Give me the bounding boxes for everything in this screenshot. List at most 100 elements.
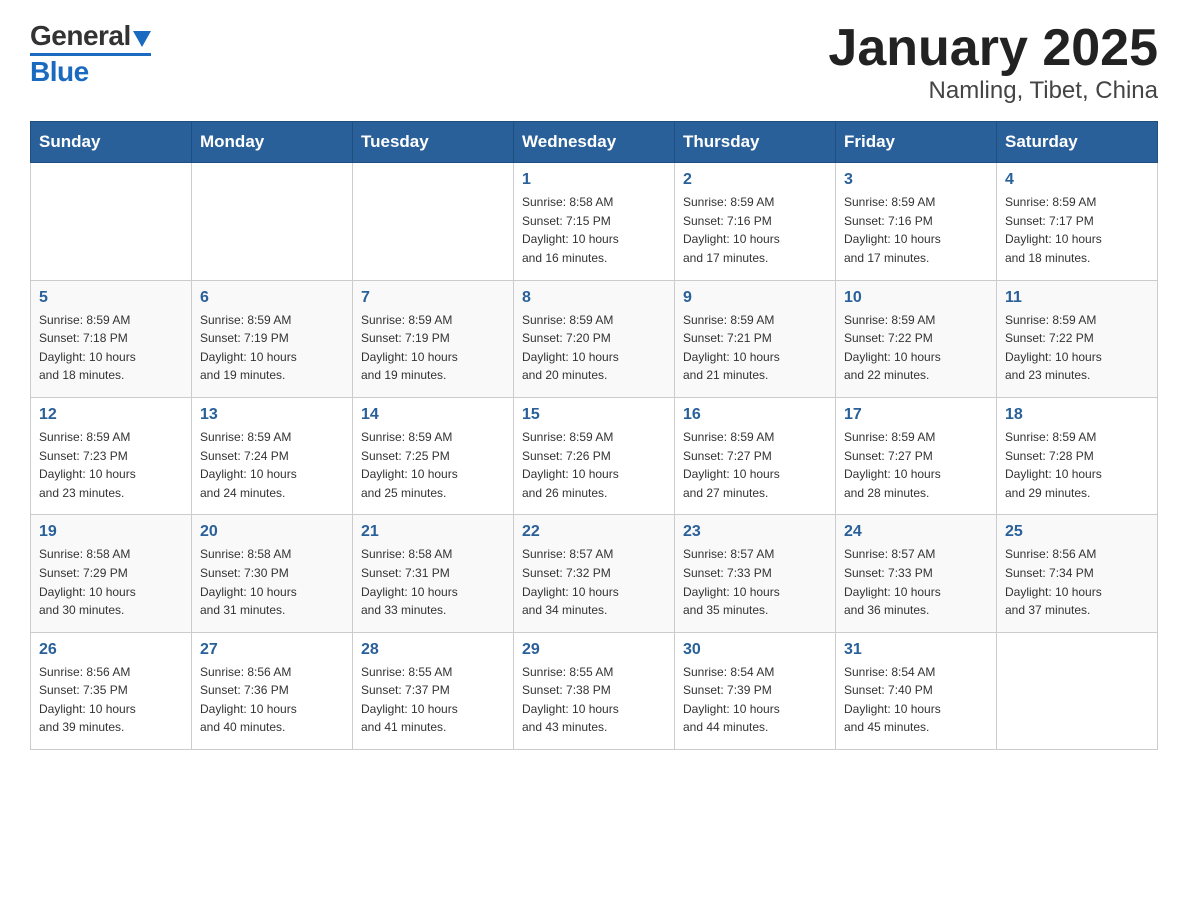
day-number: 29 bbox=[522, 641, 666, 659]
calendar-cell: 10 Sunrise: 8:59 AM Sunset: 7:22 PM Dayli… bbox=[836, 280, 997, 397]
calendar-week-4: 19Sunrise: 8:58 AM Sunset: 7:29 PM Dayli… bbox=[31, 515, 1158, 632]
calendar-cell: 5 Sunrise: 8:59 AM Sunset: 7:18 PM Daylig… bbox=[31, 280, 192, 397]
day-info: Sunrise: 8:59 AM Sunset: 7:18 PM Dayligh… bbox=[39, 311, 183, 385]
day-info: Sunrise: 8:59 AM Sunset: 7:16 PM Dayligh… bbox=[844, 193, 988, 267]
day-info: Sunrise: 8:57 AM Sunset: 7:33 PM Dayligh… bbox=[683, 545, 827, 619]
day-number: 6 bbox=[200, 289, 344, 307]
day-header-tuesday: Tuesday bbox=[353, 122, 514, 163]
calendar-cell bbox=[997, 632, 1158, 749]
calendar-week-2: 5 Sunrise: 8:59 AM Sunset: 7:18 PM Daylig… bbox=[31, 280, 1158, 397]
day-header-sunday: Sunday bbox=[31, 122, 192, 163]
day-number: 21 bbox=[361, 523, 505, 541]
day-number: 7 bbox=[361, 289, 505, 307]
day-number: 10 bbox=[844, 289, 988, 307]
day-info: Sunrise: 8:59 AM Sunset: 7:22 PM Dayligh… bbox=[844, 311, 988, 385]
calendar-cell: 22Sunrise: 8:57 AM Sunset: 7:32 PM Dayli… bbox=[514, 515, 675, 632]
calendar-cell: 26Sunrise: 8:56 AM Sunset: 7:35 PM Dayli… bbox=[31, 632, 192, 749]
day-number: 9 bbox=[683, 289, 827, 307]
day-info: Sunrise: 8:59 AM Sunset: 7:27 PM Dayligh… bbox=[844, 428, 988, 502]
calendar-cell bbox=[31, 163, 192, 280]
calendar-cell: 24 Sunrise: 8:57 AM Sunset: 7:33 PM Dayli… bbox=[836, 515, 997, 632]
day-number: 28 bbox=[361, 641, 505, 659]
calendar-cell: 11Sunrise: 8:59 AM Sunset: 7:22 PM Dayli… bbox=[997, 280, 1158, 397]
calendar-week-1: 1Sunrise: 8:58 AM Sunset: 7:15 PM Daylig… bbox=[31, 163, 1158, 280]
day-number: 31 bbox=[844, 641, 988, 659]
day-info: Sunrise: 8:59 AM Sunset: 7:17 PM Dayligh… bbox=[1005, 193, 1149, 267]
calendar-cell: 31Sunrise: 8:54 AM Sunset: 7:40 PM Dayli… bbox=[836, 632, 997, 749]
calendar-cell: 25 Sunrise: 8:56 AM Sunset: 7:34 PM Dayli… bbox=[997, 515, 1158, 632]
logo: General Blue bbox=[30, 20, 151, 88]
day-info: Sunrise: 8:59 AM Sunset: 7:25 PM Dayligh… bbox=[361, 428, 505, 502]
calendar-cell: 3 Sunrise: 8:59 AM Sunset: 7:16 PM Daylig… bbox=[836, 163, 997, 280]
calendar-cell bbox=[353, 163, 514, 280]
calendar-subtitle: Namling, Tibet, China bbox=[828, 77, 1158, 105]
calendar-cell: 27 Sunrise: 8:56 AM Sunset: 7:36 PM Dayli… bbox=[192, 632, 353, 749]
day-info: Sunrise: 8:58 AM Sunset: 7:29 PM Dayligh… bbox=[39, 545, 183, 619]
calendar-cell: 23 Sunrise: 8:57 AM Sunset: 7:33 PM Dayli… bbox=[675, 515, 836, 632]
day-info: Sunrise: 8:56 AM Sunset: 7:35 PM Dayligh… bbox=[39, 663, 183, 737]
day-info: Sunrise: 8:57 AM Sunset: 7:33 PM Dayligh… bbox=[844, 545, 988, 619]
day-info: Sunrise: 8:59 AM Sunset: 7:19 PM Dayligh… bbox=[361, 311, 505, 385]
calendar-title: January 2025 bbox=[828, 20, 1158, 77]
calendar-cell: 18 Sunrise: 8:59 AM Sunset: 7:28 PM Dayli… bbox=[997, 397, 1158, 514]
day-number: 14 bbox=[361, 406, 505, 424]
title-block: January 2025 Namling, Tibet, China bbox=[828, 20, 1158, 105]
day-number: 18 bbox=[1005, 406, 1149, 424]
day-info: Sunrise: 8:59 AM Sunset: 7:27 PM Dayligh… bbox=[683, 428, 827, 502]
day-info: Sunrise: 8:59 AM Sunset: 7:16 PM Dayligh… bbox=[683, 193, 827, 267]
day-info: Sunrise: 8:58 AM Sunset: 7:31 PM Dayligh… bbox=[361, 545, 505, 619]
calendar-cell: 8Sunrise: 8:59 AM Sunset: 7:20 PM Daylig… bbox=[514, 280, 675, 397]
day-info: Sunrise: 8:55 AM Sunset: 7:37 PM Dayligh… bbox=[361, 663, 505, 737]
day-info: Sunrise: 8:59 AM Sunset: 7:23 PM Dayligh… bbox=[39, 428, 183, 502]
day-info: Sunrise: 8:59 AM Sunset: 7:26 PM Dayligh… bbox=[522, 428, 666, 502]
day-info: Sunrise: 8:56 AM Sunset: 7:36 PM Dayligh… bbox=[200, 663, 344, 737]
page-header: General Blue January 2025 Namling, Tibet… bbox=[30, 20, 1158, 105]
day-number: 4 bbox=[1005, 171, 1149, 189]
calendar-cell: 15Sunrise: 8:59 AM Sunset: 7:26 PM Dayli… bbox=[514, 397, 675, 514]
calendar-cell: 16 Sunrise: 8:59 AM Sunset: 7:27 PM Dayli… bbox=[675, 397, 836, 514]
day-info: Sunrise: 8:56 AM Sunset: 7:34 PM Dayligh… bbox=[1005, 545, 1149, 619]
day-number: 25 bbox=[1005, 523, 1149, 541]
calendar-cell: 1Sunrise: 8:58 AM Sunset: 7:15 PM Daylig… bbox=[514, 163, 675, 280]
day-number: 5 bbox=[39, 289, 183, 307]
calendar-cell: 9 Sunrise: 8:59 AM Sunset: 7:21 PM Daylig… bbox=[675, 280, 836, 397]
calendar-header: SundayMondayTuesdayWednesdayThursdayFrid… bbox=[31, 122, 1158, 163]
day-info: Sunrise: 8:59 AM Sunset: 7:21 PM Dayligh… bbox=[683, 311, 827, 385]
day-number: 20 bbox=[200, 523, 344, 541]
calendar-cell bbox=[192, 163, 353, 280]
day-number: 3 bbox=[844, 171, 988, 189]
day-header-thursday: Thursday bbox=[675, 122, 836, 163]
day-info: Sunrise: 8:58 AM Sunset: 7:15 PM Dayligh… bbox=[522, 193, 666, 267]
day-number: 23 bbox=[683, 523, 827, 541]
day-number: 27 bbox=[200, 641, 344, 659]
day-header-saturday: Saturday bbox=[997, 122, 1158, 163]
day-info: Sunrise: 8:58 AM Sunset: 7:30 PM Dayligh… bbox=[200, 545, 344, 619]
calendar-cell: 6 Sunrise: 8:59 AM Sunset: 7:19 PM Daylig… bbox=[192, 280, 353, 397]
logo-triangle-icon bbox=[133, 31, 151, 47]
day-number: 24 bbox=[844, 523, 988, 541]
calendar-table: SundayMondayTuesdayWednesdayThursdayFrid… bbox=[30, 121, 1158, 750]
day-number: 22 bbox=[522, 523, 666, 541]
day-info: Sunrise: 8:59 AM Sunset: 7:28 PM Dayligh… bbox=[1005, 428, 1149, 502]
calendar-cell: 21 Sunrise: 8:58 AM Sunset: 7:31 PM Dayli… bbox=[353, 515, 514, 632]
day-header-friday: Friday bbox=[836, 122, 997, 163]
calendar-cell: 14 Sunrise: 8:59 AM Sunset: 7:25 PM Dayli… bbox=[353, 397, 514, 514]
calendar-cell: 12 Sunrise: 8:59 AM Sunset: 7:23 PM Dayli… bbox=[31, 397, 192, 514]
calendar-cell: 17Sunrise: 8:59 AM Sunset: 7:27 PM Dayli… bbox=[836, 397, 997, 514]
day-number: 13 bbox=[200, 406, 344, 424]
calendar-cell: 30 Sunrise: 8:54 AM Sunset: 7:39 PM Dayli… bbox=[675, 632, 836, 749]
logo-blue: Blue bbox=[30, 56, 89, 88]
day-number: 12 bbox=[39, 406, 183, 424]
calendar-week-3: 12 Sunrise: 8:59 AM Sunset: 7:23 PM Dayli… bbox=[31, 397, 1158, 514]
day-info: Sunrise: 8:59 AM Sunset: 7:22 PM Dayligh… bbox=[1005, 311, 1149, 385]
day-number: 30 bbox=[683, 641, 827, 659]
day-info: Sunrise: 8:59 AM Sunset: 7:24 PM Dayligh… bbox=[200, 428, 344, 502]
day-info: Sunrise: 8:59 AM Sunset: 7:19 PM Dayligh… bbox=[200, 311, 344, 385]
calendar-cell: 2Sunrise: 8:59 AM Sunset: 7:16 PM Daylig… bbox=[675, 163, 836, 280]
day-header-monday: Monday bbox=[192, 122, 353, 163]
day-info: Sunrise: 8:54 AM Sunset: 7:39 PM Dayligh… bbox=[683, 663, 827, 737]
calendar-cell: 29Sunrise: 8:55 AM Sunset: 7:38 PM Dayli… bbox=[514, 632, 675, 749]
day-number: 16 bbox=[683, 406, 827, 424]
day-info: Sunrise: 8:59 AM Sunset: 7:20 PM Dayligh… bbox=[522, 311, 666, 385]
calendar-cell: 20 Sunrise: 8:58 AM Sunset: 7:30 PM Dayli… bbox=[192, 515, 353, 632]
